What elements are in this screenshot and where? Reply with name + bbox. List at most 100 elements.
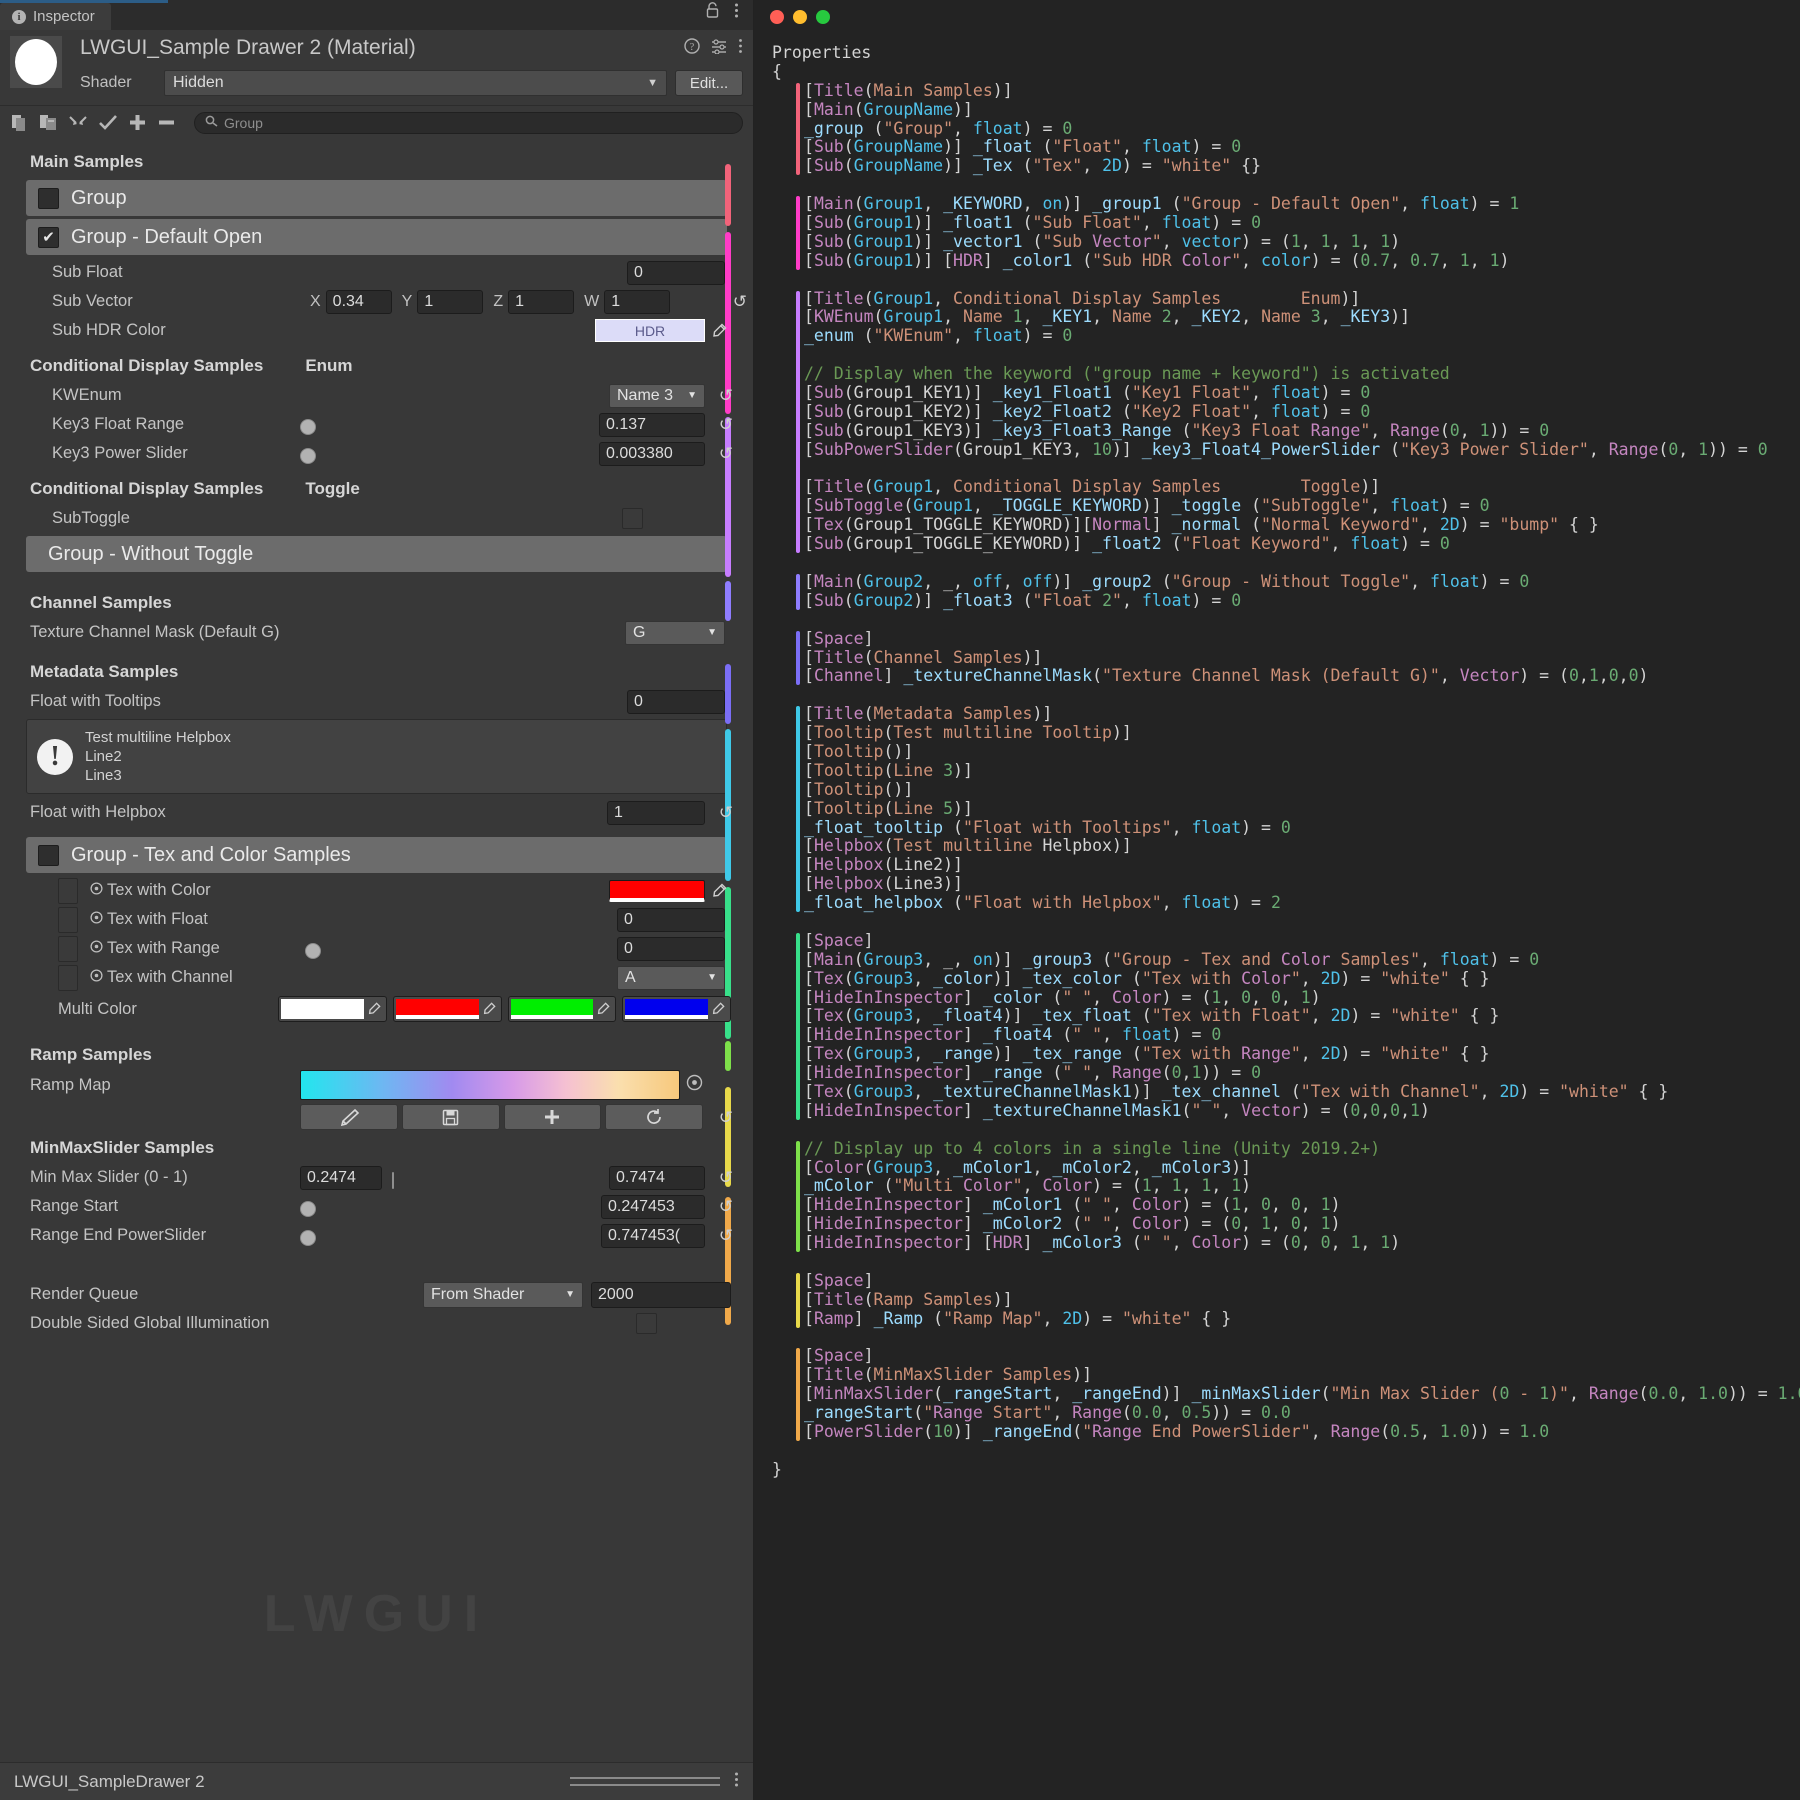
range-start-input[interactable]: 0.247453 [601,1195,705,1219]
eyedropper-icon[interactable] [479,998,499,1020]
eyedropper-icon[interactable] [593,998,613,1020]
minus-icon[interactable] [157,113,176,132]
hdr-color-swatch[interactable]: HDR [595,319,705,342]
chevron-down-icon: ▼ [707,627,717,638]
minmax-range-fill[interactable] [392,1172,394,1189]
group-checkbox-checked[interactable]: ✔ [38,227,59,248]
copy-icon[interactable] [10,113,29,132]
vector-y-input[interactable]: 1 [417,290,483,314]
multi-color-swatch-3[interactable] [511,999,594,1019]
group-label: Group - Without Toggle [48,543,253,566]
preset-icon[interactable] [711,38,727,59]
shader-dropdown[interactable]: Hidden ▼ [164,70,667,96]
code-panel: Properties{[Title(Main Samples)][Main(Gr… [754,0,1800,1800]
vector-x-input[interactable]: 0.34 [326,290,392,314]
lock-icon[interactable] [705,2,720,24]
revert-icon[interactable]: ↺ [719,386,733,406]
group-row-tex-color[interactable]: Group - Tex and Color Samples [26,837,727,873]
revert-icon[interactable]: ↺ [719,1168,733,1188]
minimize-window-button[interactable] [793,10,807,24]
range-end-label: Range End PowerSlider [30,1226,206,1245]
kebab-menu-icon[interactable] [734,2,739,24]
minmax-max-input[interactable]: 0.7474 [609,1166,705,1190]
render-queue-input[interactable]: 2000 [591,1282,731,1308]
multi-color-swatch-4[interactable] [625,999,708,1019]
refresh-icon[interactable] [605,1104,703,1130]
revert-icon[interactable]: ↺ [719,444,733,464]
revert-icon[interactable]: ↺ [719,803,733,823]
tex-thumbnail[interactable] [58,878,78,904]
tex-thumbnail[interactable] [58,936,78,962]
float-helpbox-input[interactable]: 1 [607,801,705,825]
group-row-default-open[interactable]: ✔ Group - Default Open [26,219,727,255]
tab-inspector[interactable]: i Inspector [0,3,111,30]
search-input[interactable]: Group [194,112,743,134]
row-key3-power-slider: Key3 Power Slider 0.003380 ↺ [0,439,753,468]
tex-thumbnail[interactable] [58,965,78,991]
shuffle-icon[interactable] [68,113,88,132]
pencil-icon[interactable] [300,1104,398,1130]
slider-knob[interactable] [300,448,316,464]
range-end-input[interactable]: 0.747453( [601,1224,705,1248]
revert-icon[interactable]: ↺ [719,1226,733,1246]
subtoggle-checkbox[interactable] [622,508,643,529]
render-queue-dropdown[interactable]: From Shader ▼ [423,1282,583,1308]
tex-with-float-input[interactable]: 0 [617,908,725,932]
target-icon [90,882,103,900]
slider-knob[interactable] [300,1230,316,1246]
float-tooltips-input[interactable]: 0 [627,690,725,714]
multi-color-swatch-2[interactable] [396,999,479,1019]
maximize-window-button[interactable] [816,10,830,24]
vector-z-input[interactable]: 1 [508,290,574,314]
paste-icon[interactable] [39,113,58,132]
kebab-menu-icon[interactable] [738,38,743,59]
revert-icon[interactable]: ↺ [733,292,747,312]
eyedropper-icon[interactable] [709,320,729,342]
group-checkbox[interactable] [38,188,59,209]
help-icon[interactable]: ? [684,38,700,59]
plus-icon[interactable] [128,113,147,132]
close-window-button[interactable] [770,10,784,24]
eyedropper-icon[interactable] [708,998,728,1020]
tex-with-range-input[interactable]: 0 [617,937,725,961]
eyedropper-icon[interactable] [364,998,384,1020]
section-title-cond-toggle: Conditional Display Samples Toggle [0,474,753,504]
sub-float-input[interactable]: 0 [627,261,725,285]
texture-channel-mask-dropdown[interactable]: G ▼ [625,621,725,645]
sub-hdr-color-label: Sub HDR Color [30,321,166,340]
tex-thumbnail[interactable] [58,907,78,933]
shader-code[interactable]: Properties{[Title(Main Samples)][Main(Gr… [754,34,1800,1800]
vector-w-input[interactable]: 1 [604,290,670,314]
group-row-group[interactable]: Group [26,180,727,216]
eyedropper-icon[interactable] [709,880,729,902]
kwenum-label: KWEnum [30,386,122,405]
window-controls [754,0,1800,34]
double-sided-gi-checkbox[interactable] [636,1313,657,1334]
kebab-menu-icon[interactable] [734,1771,739,1793]
multi-color-swatch-1[interactable] [281,999,364,1019]
minmax-min-input[interactable]: 0.2474 [300,1166,382,1190]
slider-knob[interactable] [300,1201,316,1217]
revert-icon[interactable]: ↺ [719,415,733,435]
kwenum-dropdown[interactable]: Name 3 ▼ [609,384,705,408]
helpbox-line: Line2 [85,747,231,766]
revert-icon[interactable]: ↺ [719,1197,733,1217]
slider-knob[interactable] [300,419,316,435]
status-bar: LWGUI_SampleDrawer 2 [0,1762,753,1800]
group-checkbox[interactable] [38,845,59,866]
row-texture-channel-mask: Texture Channel Mask (Default G) G ▼ [0,618,753,647]
lwgui-watermark: LWGUI [0,1584,753,1644]
slider-knob[interactable] [305,943,321,959]
target-icon[interactable] [686,1074,703,1096]
ramp-gradient[interactable] [300,1070,680,1100]
plus-icon[interactable] [504,1104,602,1130]
revert-icon[interactable]: ↺ [719,1108,733,1128]
tex-with-channel-dropdown[interactable]: A ▼ [617,966,725,990]
check-icon[interactable] [98,113,118,132]
save-icon[interactable] [402,1104,500,1130]
group-row-without-toggle[interactable]: Group - Without Toggle [26,536,727,572]
key3-power-slider-input[interactable]: 0.003380 [599,442,705,466]
tex-with-color-swatch[interactable] [609,880,705,902]
edit-shader-button[interactable]: Edit... [675,70,743,96]
key3-float-range-input[interactable]: 0.137 [599,413,705,437]
